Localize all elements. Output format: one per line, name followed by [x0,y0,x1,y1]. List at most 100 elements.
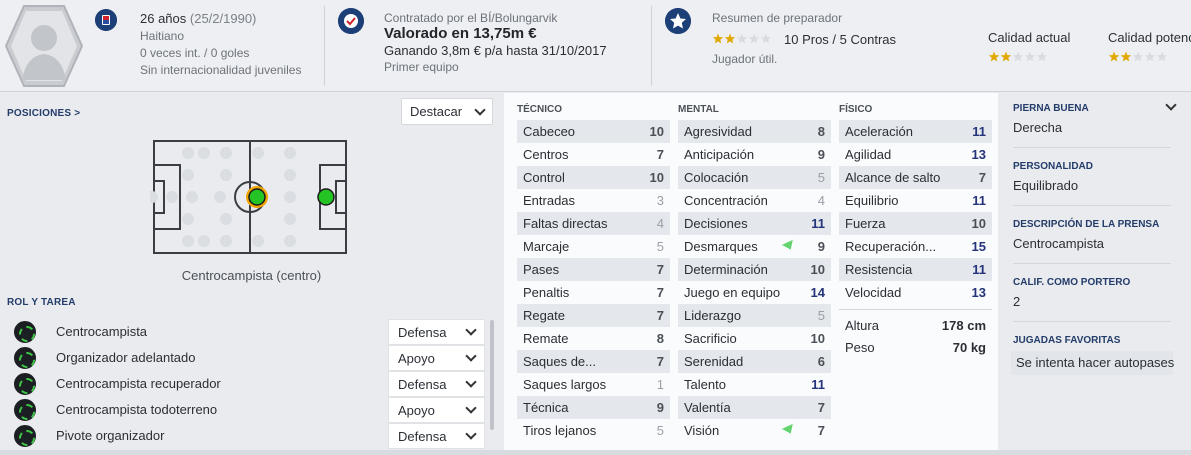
attribute-name: Decisiones [684,216,748,231]
role-row[interactable]: Centrocampista todoterreno Apoyo [0,397,485,423]
attribute-row[interactable]: Faltas directas 4 [517,212,670,235]
attribute-row[interactable]: Remate 8 [517,327,670,350]
attribute-row[interactable]: Cabeceo 10 [517,120,670,143]
star-icon [1120,51,1132,62]
attribute-row[interactable]: Alcance de salto 7 [839,166,992,189]
gk-rating-label: CALIF. COMO PORTERO [1013,277,1131,288]
attribute-name: Liderazgo [684,308,742,323]
attribute-value: 5 [817,308,825,323]
attribute-name: Equilibrio [845,193,899,208]
attribute-name: Colocación [684,170,749,185]
attribute-row[interactable]: Sacrificio 10 [678,327,831,350]
duty-dropdown[interactable]: Apoyo [388,345,485,371]
attribute-name: Técnica [523,400,569,415]
role-name: Organizador adelantado [56,350,196,365]
height-value: 178 cm [941,318,986,333]
ppm-item[interactable]: Se intenta hacer autopases [1011,351,1175,375]
attribute-row[interactable]: Liderazgo 5 [678,304,831,327]
attribute-value: 11 [972,262,986,277]
ppm-value: Se intenta hacer autopases [1016,355,1175,370]
attribute-row[interactable]: Agilidad 13 [839,143,992,166]
attribute-row[interactable]: Saques largos 1 [517,373,670,396]
attribute-name: Anticipación [684,147,755,162]
attribute-value: 7 [817,400,825,415]
attribute-value: 11 [811,377,825,392]
attribute-row[interactable]: Saques de... 7 [517,350,670,373]
attribute-name: Juego en equipo [684,285,781,300]
attribute-row[interactable]: Anticipación 9 [678,143,831,166]
weight-value: 70 kg [952,340,986,355]
attribute-value: 4 [817,193,825,208]
attribute-row[interactable]: Determinación 10 [678,258,831,281]
attribute-row[interactable]: Recuperación... 15 [839,235,992,258]
attributes-panel: TÉCNICO MENTAL FÍSICO Cabeceo 10 Centros 7 C… [504,93,998,455]
attribute-row[interactable]: Centros 7 [517,143,670,166]
duty-dropdown[interactable]: Defensa [388,371,485,397]
attribute-row[interactable]: Control 10 [517,166,670,189]
attribute-row[interactable]: Técnica 9 [517,396,670,419]
media-description-value: Centrocampista [1013,236,1105,251]
attribute-name: Tiros lejanos [523,423,597,438]
attribute-row[interactable]: Valentía 7 [678,396,831,419]
attribute-row[interactable]: Resistencia 11 [839,258,992,281]
attribute-row[interactable]: Penaltis 7 [517,281,670,304]
attribute-row[interactable]: Equilibrio 11 [839,189,992,212]
attribute-row[interactable]: Decisiones 11 [678,212,831,235]
attribute-row[interactable]: Velocidad 13 [839,281,992,304]
attribute-row[interactable]: Pases 7 [517,258,670,281]
attribute-row[interactable]: Marcaje 5 [517,235,670,258]
chevron-down-icon [465,324,477,336]
roles-scrollbar[interactable] [490,320,494,430]
positions-link[interactable]: POSICIONES > [7,108,80,119]
pros-cons-link[interactable]: 10 Pros / 5 Contras [784,32,896,47]
attribute-row[interactable]: Colocación 5 [678,166,831,189]
current-ability-label: Calidad actual [988,30,1071,45]
attribute-name: Penaltis [523,285,570,300]
role-row[interactable]: Centrocampista recuperador Defensa [0,371,485,397]
chevron-down-icon[interactable] [1165,99,1177,111]
highlight-dropdown-value: Destacar [410,104,463,119]
attribute-value: 7 [656,262,664,277]
role-row[interactable]: Pivote organizador Defensa [0,423,485,449]
star-icon [724,33,736,44]
attribute-value: 9 [817,147,825,162]
attribute-row[interactable]: Visión 7 [678,419,831,442]
attribute-row[interactable]: Desmarques 9 [678,235,831,258]
attribute-row[interactable]: Entradas 3 [517,189,670,212]
role-row[interactable]: Organizador adelantado Apoyo [0,345,485,371]
attribute-row[interactable]: Juego en equipo 14 [678,281,831,304]
attribute-row[interactable]: Agresividad 8 [678,120,831,143]
role-row[interactable]: Centrocampista Defensa [0,319,485,345]
squad-status: Primer equipo [384,60,459,74]
player-age: 26 años [140,11,187,26]
star-icon [748,33,760,44]
attribute-name: Velocidad [845,285,902,300]
attribute-value: 3 [656,193,664,208]
attribute-value: 7 [656,147,664,162]
attribute-row[interactable]: Fuerza 10 [839,212,992,235]
chevron-down-icon [465,376,477,388]
attribute-row[interactable]: Regate 7 [517,304,670,327]
attribute-value: 10 [810,262,825,277]
duty-dropdown[interactable]: Defensa [388,319,485,345]
attribute-value: 6 [817,354,825,369]
attribute-value: 14 [810,285,825,300]
attribute-row[interactable]: Aceleración 11 [839,120,992,143]
attribute-row[interactable]: Concentración 4 [678,189,831,212]
attribute-value: 8 [656,331,664,346]
divider [1013,321,1171,322]
chevron-down-icon [465,350,477,362]
chevron-down-icon [465,402,477,414]
duty-dropdown[interactable]: Apoyo [388,397,485,423]
duty-dropdown[interactable]: Defensa [388,423,485,449]
attribute-name: Valentía [684,400,731,415]
role-name: Centrocampista [56,324,148,339]
weight-label: Peso [845,340,875,355]
coach-verdict: Jugador útil. [712,52,778,66]
attribute-value: 8 [817,124,825,139]
attribute-row[interactable]: Serenidad 6 [678,350,831,373]
attribute-row[interactable]: Talento 11 [678,373,831,396]
attribute-name: Serenidad [684,354,744,369]
highlight-dropdown[interactable]: Destacar [401,98,493,125]
attribute-row[interactable]: Tiros lejanos 5 [517,419,670,442]
